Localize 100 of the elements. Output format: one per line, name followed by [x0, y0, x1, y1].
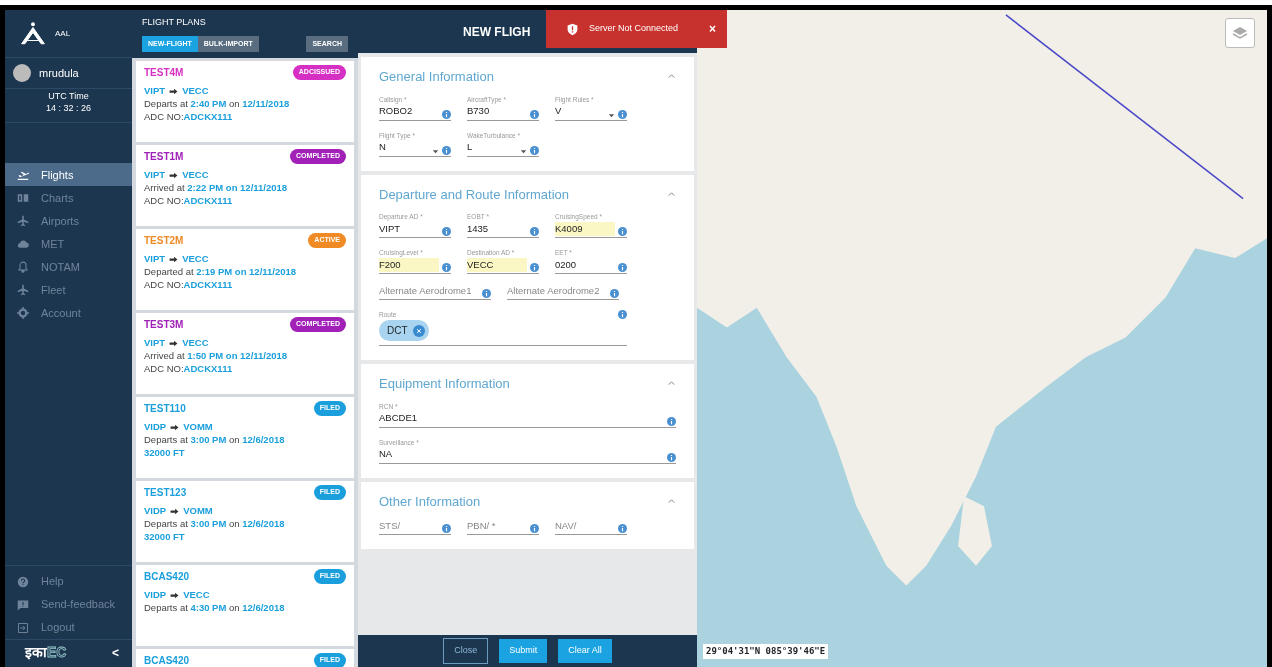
destination-code: VECC [182, 168, 209, 182]
callsign: BCAS420 [144, 654, 190, 667]
select-field[interactable]: V [555, 104, 627, 121]
close-icon[interactable] [412, 324, 425, 337]
destination-code: VOMM [183, 420, 213, 434]
destination-code: VECC [182, 252, 209, 266]
input-field[interactable]: B730 [467, 104, 539, 121]
flight-detail: ADC NO:ADCKX111 [144, 195, 234, 208]
nav-item[interactable]: Flights [5, 163, 132, 187]
caret-icon [608, 111, 615, 119]
flight-time: Departs at 3:00 PM on 12/6/2018 [144, 518, 286, 532]
input-field[interactable]: VIPT [379, 221, 451, 238]
origin-code: VIPT [144, 84, 166, 98]
chevron-up-icon[interactable] [667, 189, 676, 199]
info-icon [530, 145, 539, 155]
info-icon [618, 227, 627, 236]
flight-time: Departs at 2:40 PM on 12/11/2018 [144, 98, 291, 112]
shield-alert-icon [566, 22, 579, 36]
origin-code: VIPT [144, 336, 166, 350]
route-chip: DCT [379, 320, 429, 341]
input-field[interactable]: NAV/ [555, 519, 627, 536]
input-field[interactable]: NA [379, 447, 676, 464]
arrow-icon [170, 422, 180, 432]
chevron-up-icon[interactable] [667, 496, 676, 506]
logout-icon [17, 621, 29, 634]
input-field[interactable]: Alternate Aerodrome1 [379, 284, 491, 301]
info-icon [442, 263, 451, 272]
origin-code: VIDP [144, 504, 167, 518]
info-icon [530, 109, 539, 119]
arrow-icon [170, 590, 180, 600]
input-field[interactable]: STS/ [379, 519, 451, 536]
flight-detail: ADC NO:ADCKX111 [144, 279, 234, 292]
select-field[interactable]: L [467, 140, 539, 157]
input-field[interactable]: Alternate Aerodrome2 [507, 284, 619, 301]
route-field[interactable]: DCT [379, 320, 627, 346]
form-button[interactable]: Close [443, 638, 489, 664]
info-icon [530, 524, 539, 534]
input-field[interactable]: 0200 [555, 257, 627, 274]
origin-code: VIDP [144, 588, 167, 602]
nav-link[interactable]: Help [5, 570, 132, 593]
input-field[interactable]: PBN/ * [467, 519, 539, 536]
flight-detail: ADC NO:ADCKX111 [144, 363, 234, 376]
info-icon [667, 416, 676, 426]
caret-icon [520, 147, 527, 155]
brand-name: AAL [55, 27, 71, 40]
info-icon [442, 524, 451, 534]
plane-icon [17, 283, 29, 296]
info-icon [618, 109, 627, 119]
utc-time: 14 : 32 : 26 [44, 102, 92, 115]
toast-message: Server Not Connected [589, 22, 680, 36]
bell-icon [17, 260, 29, 273]
collapse-button[interactable]: < [111, 645, 120, 660]
flight-time: Departs at 4:30 PM on 12/6/2018 [144, 602, 286, 616]
flight-detail: 32000 FT [144, 531, 186, 544]
info-icon [442, 145, 451, 155]
info-icon [530, 263, 539, 272]
settings-icon [17, 306, 29, 319]
destination-code: VECC [182, 84, 209, 98]
flight-time: Arrived at 1:50 PM on 12/11/2018 [144, 350, 289, 364]
user-name: mrudula [39, 65, 79, 81]
cloud-icon [17, 237, 29, 250]
input-field[interactable]: 1435 [467, 221, 539, 238]
help-icon [17, 575, 29, 588]
info-icon [618, 263, 627, 272]
caret-icon [432, 147, 439, 155]
map-drawing[interactable] [697, 10, 1267, 667]
callsign: TEST3M [144, 318, 184, 332]
callsign: TEST4M [144, 66, 184, 80]
input-field[interactable]: ROBO2 [379, 104, 451, 121]
arrow-icon [169, 254, 179, 264]
info-icon [667, 452, 676, 462]
info-icon [530, 227, 539, 236]
layers-icon [1232, 25, 1248, 41]
flight-detail: ADC NO:ADCKX111 [144, 111, 234, 124]
arrow-icon [169, 170, 179, 180]
close-button[interactable]: × [708, 19, 717, 39]
flight-detail: 32000 FT [144, 447, 186, 460]
arrow-icon [169, 86, 179, 96]
callsign: TEST2M [144, 234, 184, 248]
info-icon [482, 289, 491, 299]
origin-code: VIPT [144, 168, 166, 182]
form-title: NEW FLIGH [463, 23, 531, 41]
info-icon [618, 310, 627, 320]
section-title: General Information [379, 68, 494, 86]
select-field[interactable]: N [379, 140, 451, 157]
origin-code: VIPT [144, 252, 166, 266]
section-title: Departure and Route Information [379, 185, 570, 204]
info-icon [610, 289, 619, 299]
callsign: TEST123 [144, 486, 187, 500]
input-field[interactable]: ABCDE1 [379, 411, 676, 428]
arrow-icon [169, 338, 179, 348]
layers-button[interactable] [1225, 18, 1255, 48]
callsign: TEST110 [144, 402, 186, 416]
arrow-icon [170, 506, 180, 516]
nav-link[interactable]: Logout [5, 616, 132, 639]
section-title: Equipment Information [379, 375, 510, 393]
origin-code: VIDP [144, 420, 167, 434]
nav-link[interactable]: Send-feedback [5, 593, 132, 616]
callsign: BCAS420 [144, 570, 190, 584]
destination-code: VECC [182, 336, 209, 350]
